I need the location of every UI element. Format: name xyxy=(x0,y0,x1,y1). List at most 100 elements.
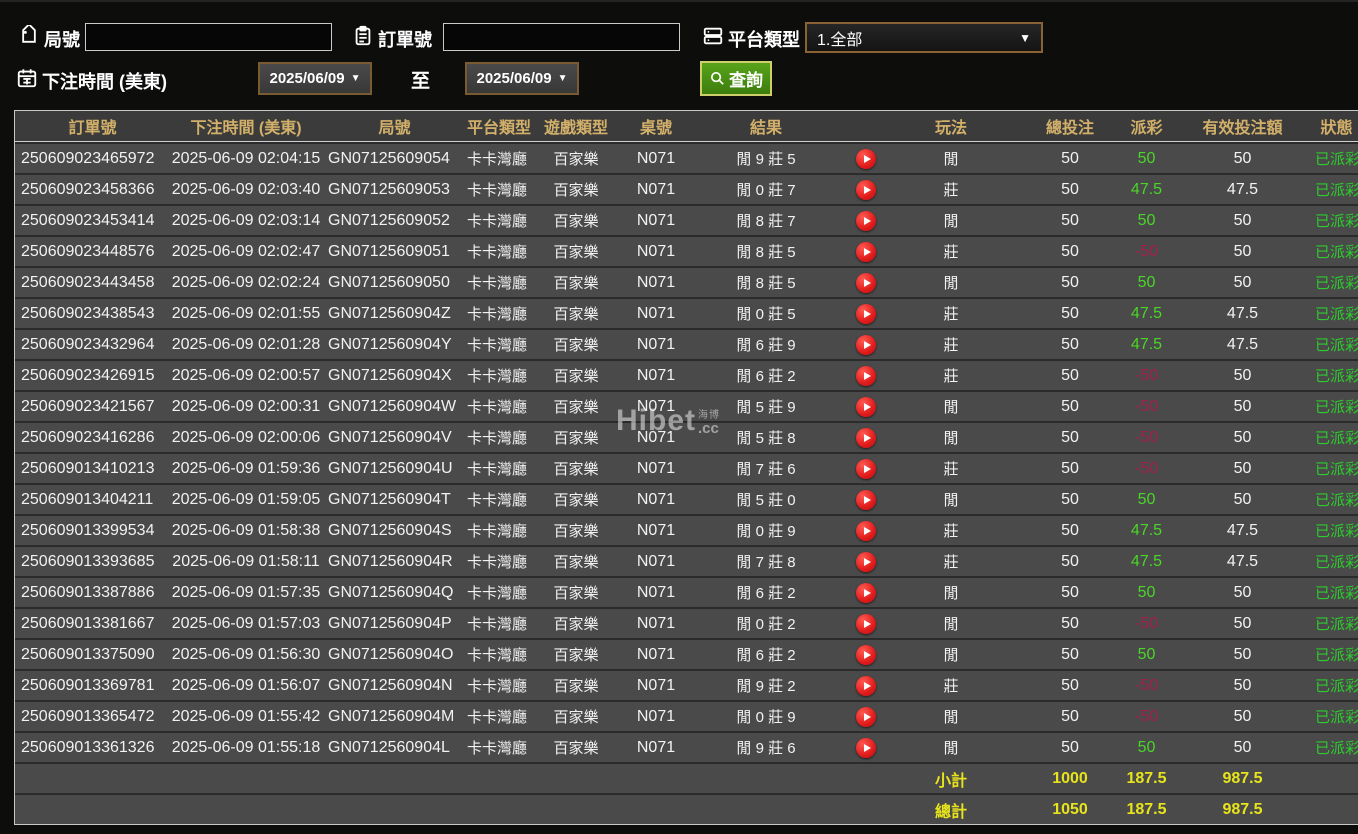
play-icon[interactable] xyxy=(856,551,876,572)
time-cell: 2025-06-09 02:01:28 xyxy=(171,335,321,353)
play-icon[interactable] xyxy=(856,737,876,758)
table-row: 250609013404211 2025-06-09 01:59:05 GN07… xyxy=(15,483,1358,514)
valid-bet-cell: 47.5 xyxy=(1226,335,1259,353)
time-cell: 2025-06-09 01:58:11 xyxy=(172,552,320,570)
play-icon[interactable] xyxy=(856,582,876,603)
payout-cell: -50 xyxy=(1134,707,1159,725)
replay-cell xyxy=(847,520,885,541)
play-icon[interactable] xyxy=(856,613,876,634)
play-icon[interactable] xyxy=(856,272,876,293)
table-no-cell: N071 xyxy=(636,552,676,570)
table-row: 250609013387886 2025-06-09 01:57:35 GN07… xyxy=(15,576,1358,607)
play-icon[interactable] xyxy=(856,179,876,200)
subtotal-label: 小計 xyxy=(934,772,967,790)
date-from-picker[interactable]: 2025/06/09 ▼ xyxy=(258,62,372,95)
playtype-cell: 莊 xyxy=(943,337,959,354)
bet-cell: 50 xyxy=(1061,614,1079,632)
play-icon[interactable] xyxy=(856,706,876,727)
bet-cell: 50 xyxy=(1061,707,1079,725)
play-icon[interactable] xyxy=(856,365,876,386)
order-cell: 250609013375090 xyxy=(21,645,155,663)
column-header: 平台類型 xyxy=(467,120,532,137)
game-cell: 百家樂 xyxy=(553,306,599,323)
result-cell: 閒 9 莊 6 xyxy=(736,740,796,757)
status-cell: 已派彩 xyxy=(1315,585,1358,602)
round-cell: GN0712560904Q xyxy=(328,583,454,601)
play-icon[interactable] xyxy=(856,396,876,417)
game-cell: 百家樂 xyxy=(553,430,599,447)
game-cell: 百家樂 xyxy=(553,182,599,199)
order-cell: 250609023416286 xyxy=(21,428,155,446)
valid-bet-cell: 47.5 xyxy=(1226,552,1259,570)
valid-bet-cell: 50 xyxy=(1233,738,1252,756)
total-row: 總計 1050 187.5 987.5 xyxy=(15,793,1358,824)
query-button-label: 查詢 xyxy=(729,71,763,90)
subtotal-valid: 987.5 xyxy=(1222,769,1263,787)
status-cell: 已派彩 xyxy=(1315,368,1358,385)
bettime-label: 下注時間 (美東) xyxy=(42,72,167,92)
table-row: 250609023443458 2025-06-09 02:02:24 GN07… xyxy=(15,266,1358,297)
status-cell: 已派彩 xyxy=(1315,616,1358,633)
status-cell: 已派彩 xyxy=(1315,151,1358,168)
replay-cell xyxy=(847,489,885,510)
date-to-picker[interactable]: 2025/06/09 ▼ xyxy=(465,62,579,95)
bet-cell: 50 xyxy=(1061,738,1079,756)
table-row: 250609023438543 2025-06-09 02:01:55 GN07… xyxy=(15,297,1358,328)
play-icon[interactable] xyxy=(856,334,876,355)
play-icon[interactable] xyxy=(856,675,876,696)
table-row: 250609023458366 2025-06-09 02:03:40 GN07… xyxy=(15,173,1358,204)
play-icon[interactable] xyxy=(856,210,876,231)
game-cell: 百家樂 xyxy=(553,368,599,385)
round-cell: GN0712560904L xyxy=(328,738,450,756)
column-header: 有效投注額 xyxy=(1202,120,1283,137)
query-button[interactable]: 查詢 xyxy=(700,61,772,96)
valid-bet-cell: 50 xyxy=(1233,273,1252,291)
status-cell: 已派彩 xyxy=(1315,678,1358,695)
playtype-cell: 閒 xyxy=(943,585,959,602)
order-input[interactable] xyxy=(443,23,680,51)
platform-select[interactable]: 1.全部 ▼ xyxy=(805,22,1043,53)
platform-cell: 卡卡灣廳 xyxy=(467,585,528,602)
valid-bet-cell: 50 xyxy=(1233,583,1252,601)
play-icon[interactable] xyxy=(856,303,876,324)
platform-cell: 卡卡灣廳 xyxy=(467,740,528,757)
bet-cell: 50 xyxy=(1061,366,1079,384)
game-cell: 百家樂 xyxy=(553,492,599,509)
status-cell: 已派彩 xyxy=(1315,523,1358,540)
play-icon[interactable] xyxy=(856,520,876,541)
replay-cell xyxy=(847,613,885,634)
date-to-value: 2025/06/09 xyxy=(476,70,552,87)
result-cell: 閒 8 莊 5 xyxy=(736,275,796,292)
game-cell: 百家樂 xyxy=(553,275,599,292)
time-cell: 2025-06-09 01:57:03 xyxy=(171,614,321,632)
play-icon[interactable] xyxy=(856,458,876,479)
payout-cell: 50 xyxy=(1137,273,1156,291)
round-cell: GN0712560904T xyxy=(328,490,451,508)
time-cell: 2025-06-09 01:55:42 xyxy=(171,707,321,725)
column-header: 總投注 xyxy=(1045,120,1094,137)
game-cell: 百家樂 xyxy=(553,678,599,695)
table-no-cell: N071 xyxy=(636,211,676,229)
status-cell: 已派彩 xyxy=(1315,461,1358,478)
playtype-cell: 莊 xyxy=(943,368,959,385)
play-icon[interactable] xyxy=(856,241,876,262)
playtype-cell: 莊 xyxy=(943,306,959,323)
play-icon[interactable] xyxy=(856,148,876,169)
game-cell: 百家樂 xyxy=(553,740,599,757)
platform-cell: 卡卡灣廳 xyxy=(467,523,528,540)
subtotal-row: 小計 1000 187.5 987.5 xyxy=(15,762,1358,793)
play-icon[interactable] xyxy=(856,489,876,510)
play-icon[interactable] xyxy=(856,644,876,665)
replay-cell xyxy=(847,303,885,324)
date-from-value: 2025/06/09 xyxy=(269,70,345,87)
playtype-cell: 莊 xyxy=(943,182,959,199)
table-row: 250609023465972 2025-06-09 02:04:15 GN07… xyxy=(15,142,1358,173)
game-cell: 百家樂 xyxy=(553,244,599,261)
result-cell: 閒 9 莊 5 xyxy=(736,151,796,168)
round-cell: GN07125609054 xyxy=(328,149,450,167)
bet-cell: 50 xyxy=(1061,304,1079,322)
play-icon[interactable] xyxy=(856,427,876,448)
chevron-down-icon: ▼ xyxy=(557,73,568,84)
round-input[interactable] xyxy=(85,23,332,51)
bet-cell: 50 xyxy=(1061,273,1079,291)
